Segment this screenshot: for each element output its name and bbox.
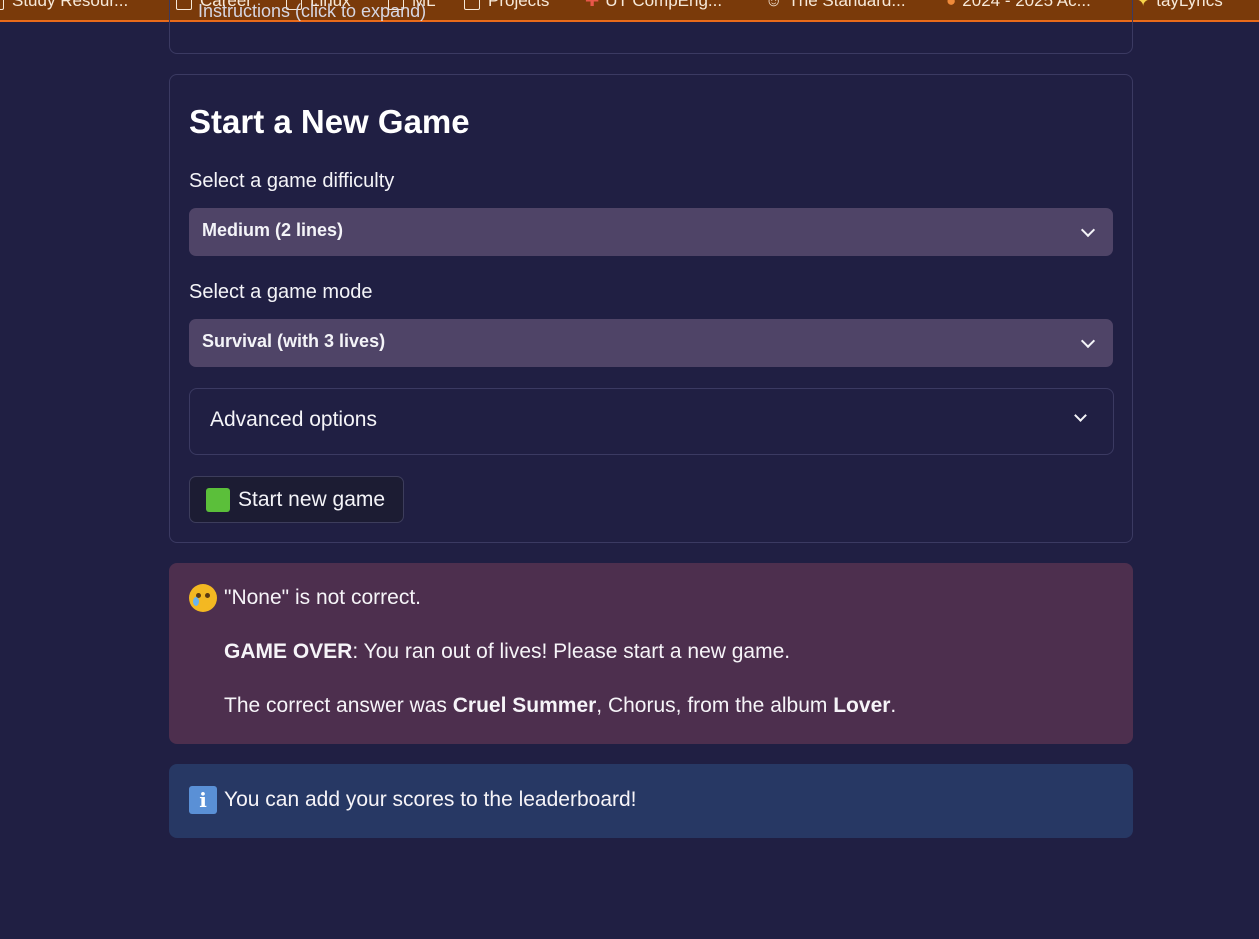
mode-label: Select a game mode xyxy=(189,281,373,303)
sparkle-icon: ✦ xyxy=(1136,0,1151,10)
new-game-form: Start a New Game Select a game difficult… xyxy=(169,74,1133,543)
start-new-game-label: Start new game xyxy=(238,487,386,511)
tear-icon xyxy=(193,597,199,606)
info-icon: i xyxy=(189,786,217,814)
green-square-icon xyxy=(206,487,230,512)
folder-icon xyxy=(0,0,4,10)
instructions-expander-label: Instructions (click to expand) xyxy=(198,1,427,21)
difficulty-value: Medium (2 lines) xyxy=(202,220,344,240)
difficulty-select[interactable]: Medium (2 lines) xyxy=(189,208,1113,256)
mode-value: Survival (with 3 lives) xyxy=(202,331,386,351)
advanced-options-expander[interactable]: Advanced options xyxy=(189,388,1114,455)
info-alert: i You can add your scores to the leaderb… xyxy=(169,764,1133,838)
chevron-down-icon xyxy=(1080,333,1096,349)
answer-album: Lover xyxy=(833,694,891,717)
chevron-down-icon xyxy=(1074,409,1087,422)
error-alert: "None" is not correct. GAME OVER: You ra… xyxy=(169,563,1133,744)
advanced-options-label: Advanced options xyxy=(210,408,377,431)
correct-answer-message: The correct answer was Cruel Summer, Cho… xyxy=(224,694,897,717)
difficulty-label: Select a game difficulty xyxy=(189,170,395,192)
start-new-game-button[interactable]: Start new game xyxy=(189,476,404,523)
game-over-message: GAME OVER: You ran out of lives! Please … xyxy=(224,640,791,663)
incorrect-message: "None" is not correct. xyxy=(224,586,421,609)
new-game-title: Start a New Game xyxy=(189,103,470,140)
leaderboard-message: You can add your scores to the leaderboa… xyxy=(224,788,637,811)
answer-song: Cruel Summer xyxy=(452,694,597,717)
mode-select[interactable]: Survival (with 3 lives) xyxy=(189,319,1113,367)
chevron-down-icon xyxy=(1080,222,1096,238)
bookmark-study-resources[interactable]: Study Resour... xyxy=(0,0,128,11)
bookmark-taylyrics[interactable]: ✦ tayLyrics xyxy=(1136,0,1223,11)
instructions-expander[interactable]: Instructions (click to expand) xyxy=(169,0,1133,54)
